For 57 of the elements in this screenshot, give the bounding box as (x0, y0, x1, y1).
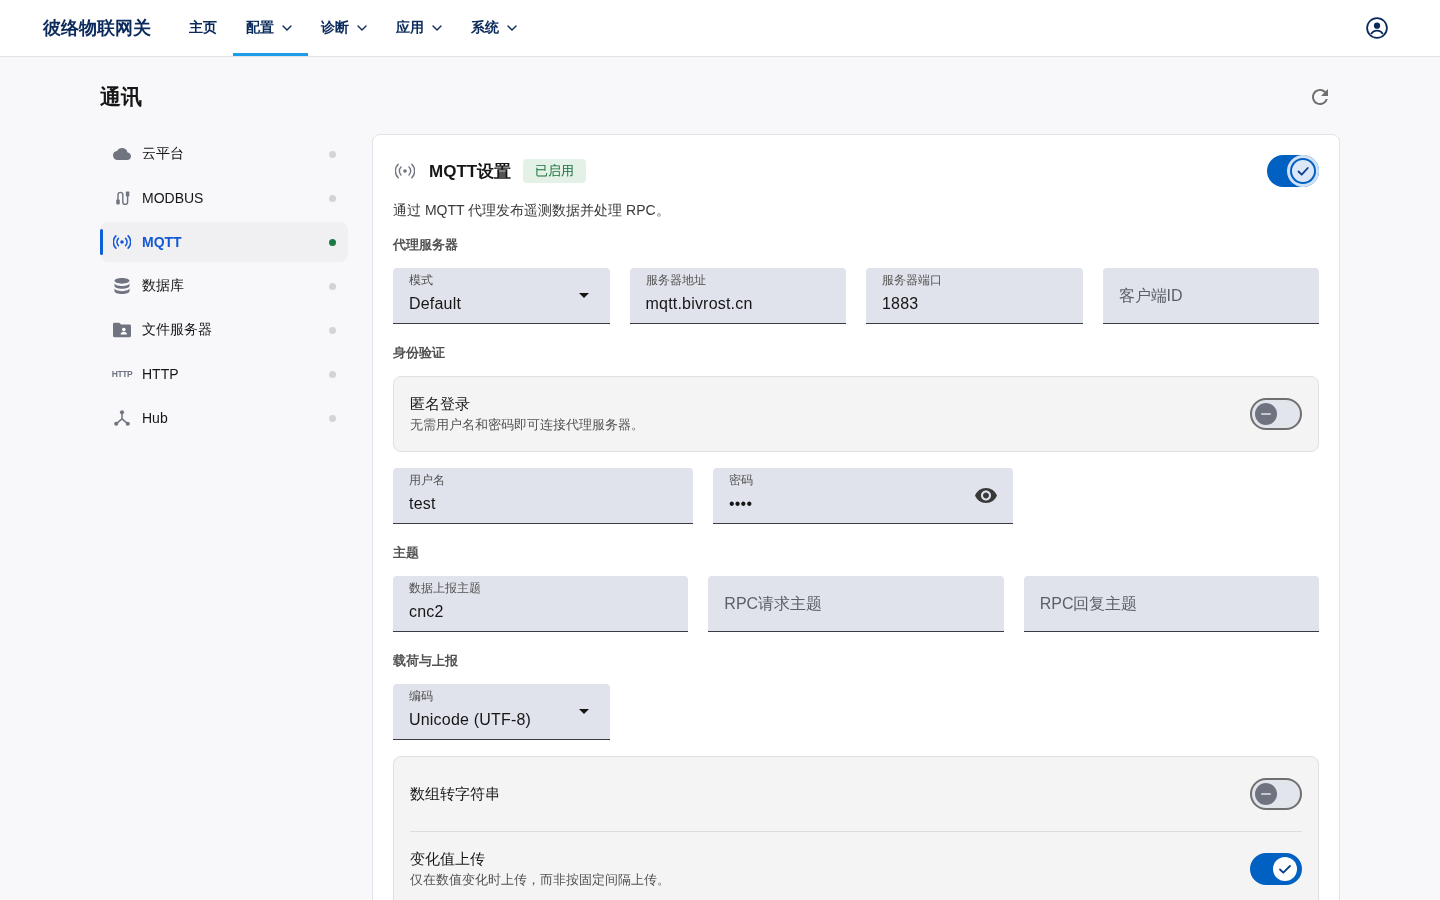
minus-icon (1255, 403, 1277, 425)
text-field[interactable]: RPC回复主题 (1023, 576, 1319, 632)
check-icon (1273, 857, 1297, 881)
nav-tab[interactable]: 应用 (383, 0, 458, 56)
setting-description: 仅在数值变化时上传，而非按固定间隔上传。 (410, 871, 671, 889)
text-field[interactable]: RPC请求主题 (708, 576, 1004, 632)
small-label: HTTP (111, 369, 133, 379)
section-heading: 主题 (393, 544, 420, 562)
nav-tab[interactable]: 配置 (233, 0, 308, 56)
setting-title: 数组转字符串 (410, 784, 501, 804)
text-field[interactable]: 服务器端口 1883 (866, 268, 1083, 324)
nav-tab[interactable]: 系统 (458, 0, 533, 56)
eye-icon[interactable] (975, 488, 997, 503)
section-heading: 载荷与上报 (393, 652, 459, 670)
sidebar-item[interactable]: 云平台 (100, 134, 348, 174)
toggle-switch[interactable] (1250, 398, 1302, 430)
toggle-switch[interactable] (1250, 853, 1302, 885)
cable-icon (113, 190, 131, 206)
card-description: 通过 MQTT 代理发布遥测数据并处理 RPC。 (393, 201, 671, 220)
database-icon (113, 278, 131, 294)
check-icon (1287, 155, 1319, 187)
text-field[interactable]: 数据上报主题 cnc2 (393, 576, 689, 632)
broadcast-icon (113, 234, 131, 250)
sidebar-item[interactable]: HTTP HTTP (100, 354, 348, 394)
caret-icon (578, 293, 589, 298)
text-field[interactable]: 客户端ID (1102, 268, 1319, 324)
page-title: 通讯 (100, 84, 142, 110)
setting-description: 无需用户名和密码即可连接代理服务器。 (410, 416, 645, 434)
sidebar-item[interactable]: MQTT (100, 222, 348, 262)
select-field[interactable]: 模式 Default (393, 268, 610, 324)
sidebar-item[interactable]: 文件服务器 (100, 310, 348, 350)
setting-title: 匿名登录 (410, 394, 471, 414)
sidebar-item[interactable]: 数据库 (100, 266, 348, 306)
folder-icon (113, 322, 131, 338)
caret-icon (579, 709, 589, 714)
select-field[interactable]: 编码 Unicode (UTF-8) (393, 684, 610, 740)
nav-tab[interactable]: 主页 (176, 0, 233, 56)
nav-tab[interactable]: 诊断 (308, 0, 383, 56)
broadcast-icon (395, 163, 415, 179)
text-field[interactable]: 用户名 test (393, 468, 693, 524)
refresh-icon[interactable] (1312, 89, 1328, 105)
toggle-switch[interactable] (1267, 155, 1319, 187)
setting-title: 变化值上传 (410, 849, 486, 869)
card-title: MQTT设置 (429, 160, 512, 183)
text-field[interactable]: 服务器地址 mqtt.bivrost.cn (629, 268, 846, 324)
nodes-icon (113, 410, 131, 426)
brand-title[interactable]: 彼络物联网关 (43, 16, 151, 40)
section-heading: 代理服务器 (393, 236, 459, 254)
password-field[interactable]: 密码 •••• (713, 468, 1013, 524)
sidebar-item[interactable]: MODBUS (100, 178, 348, 218)
status-badge: 已启用 (523, 159, 587, 183)
user-icon[interactable] (1366, 17, 1388, 39)
cloud-icon (113, 146, 131, 162)
sidebar-item[interactable]: Hub (100, 398, 348, 438)
toggle-switch[interactable] (1250, 778, 1302, 810)
section-heading: 身份验证 (393, 344, 446, 362)
minus-icon (1255, 783, 1277, 805)
